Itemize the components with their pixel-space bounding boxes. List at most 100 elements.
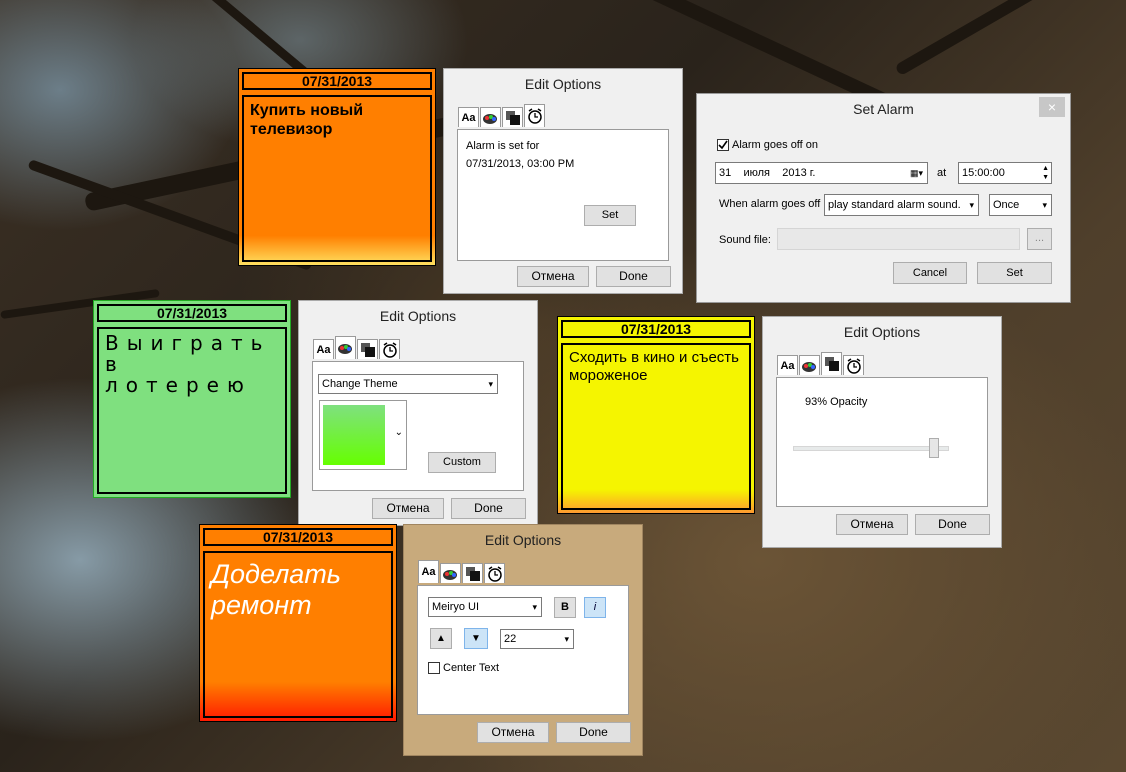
opacity-tab[interactable] bbox=[502, 107, 523, 127]
cancel-button[interactable]: Отмена bbox=[372, 498, 444, 519]
chevron-down-icon: ⌄ bbox=[394, 427, 403, 438]
theme-tab[interactable] bbox=[440, 563, 461, 583]
font-size-up-button[interactable]: ▲ bbox=[430, 628, 452, 649]
palette-icon bbox=[338, 342, 353, 354]
theme-select[interactable]: Change Theme ▾ bbox=[318, 374, 498, 394]
cancel-button[interactable]: Отмена bbox=[517, 266, 589, 287]
opacity-tab[interactable] bbox=[462, 563, 483, 583]
time-spinner-icon[interactable]: ▲ ▼ bbox=[1042, 164, 1049, 182]
window-title: Edit Options bbox=[843, 324, 921, 340]
note-date: 07/31/2013 bbox=[561, 320, 751, 338]
edit-options-theme-window: Edit Options Aa Change Theme ▾ ⌄ Custom … bbox=[298, 300, 538, 526]
theme-tab[interactable] bbox=[335, 336, 356, 359]
alarm-clock-icon bbox=[487, 565, 503, 582]
theme-tab[interactable] bbox=[480, 107, 501, 127]
chevron-down-icon: ▾ bbox=[488, 379, 493, 389]
sound-file-input[interactable] bbox=[777, 228, 1020, 250]
alarm-tab[interactable] bbox=[843, 355, 864, 375]
alarm-enabled-checkbox[interactable] bbox=[717, 139, 729, 151]
slider-track bbox=[793, 446, 949, 451]
window-title: Edit Options bbox=[524, 76, 602, 92]
custom-theme-button[interactable]: Custom bbox=[428, 452, 496, 473]
sticky-note-cinema[interactable]: 07/31/2013 Сходить в кино и съесть морож… bbox=[557, 316, 755, 514]
cancel-button[interactable]: Отмена bbox=[836, 514, 908, 535]
chevron-down-icon: ▾ bbox=[532, 602, 537, 612]
set-button[interactable]: Set bbox=[977, 262, 1052, 284]
sticky-note-repair[interactable]: 07/31/2013 Доделать ремонт bbox=[199, 524, 397, 722]
font-tab[interactable]: Aa bbox=[313, 339, 334, 359]
opacity-tab[interactable] bbox=[821, 352, 842, 375]
opacity-icon bbox=[824, 357, 839, 371]
note-date: 07/31/2013 bbox=[242, 72, 432, 90]
font-tab[interactable]: Aa bbox=[458, 107, 479, 127]
set-alarm-button[interactable]: Set bbox=[584, 205, 636, 226]
palette-icon bbox=[443, 568, 458, 580]
sticky-note-tv[interactable]: 07/31/2013 Купить новый телевизор bbox=[238, 68, 436, 266]
cancel-button[interactable]: Cancel bbox=[893, 262, 967, 284]
note-text[interactable]: Купить новый телевизор bbox=[242, 95, 432, 262]
note-text[interactable]: Выиграть в лотерею bbox=[97, 327, 287, 494]
done-button[interactable]: Done bbox=[915, 514, 990, 535]
window-title: Set Alarm bbox=[853, 101, 914, 117]
alarm-tab[interactable] bbox=[379, 339, 400, 359]
window-title: Edit Options bbox=[379, 308, 457, 324]
browse-button[interactable]: ... bbox=[1027, 228, 1052, 250]
sound-file-label: Sound file: bbox=[719, 234, 771, 246]
font-size-select[interactable]: 22 ▾ bbox=[500, 629, 574, 649]
alarm-set-label: Alarm is set for bbox=[466, 140, 540, 152]
close-button[interactable]: × bbox=[1039, 97, 1065, 117]
calendar-dropdown-icon: ▦▾ bbox=[909, 168, 923, 178]
alarm-time-input[interactable]: 15:00:00 ▲ ▼ bbox=[958, 162, 1052, 184]
chevron-down-icon: ▾ bbox=[564, 634, 569, 644]
palette-icon bbox=[802, 360, 817, 372]
note-date: 07/31/2013 bbox=[203, 528, 393, 546]
alarm-goes-off-label: Alarm goes off on bbox=[732, 139, 819, 151]
edit-options-opacity-window: Edit Options Aa 93% Opacity Отмена Done bbox=[762, 316, 1002, 548]
font-size-down-button[interactable]: ▼ bbox=[464, 628, 488, 649]
close-icon: × bbox=[1047, 99, 1057, 115]
palette-icon bbox=[483, 112, 498, 124]
center-text-checkbox[interactable] bbox=[428, 662, 440, 674]
note-text[interactable]: Сходить в кино и съесть мороженое bbox=[561, 343, 751, 510]
bold-button[interactable]: B bbox=[554, 597, 576, 618]
alarm-clock-icon bbox=[382, 341, 398, 358]
cancel-button[interactable]: Отмена bbox=[477, 722, 549, 743]
font-family-select[interactable]: Meiryo UI ▾ bbox=[428, 597, 542, 617]
italic-button[interactable]: i bbox=[584, 597, 606, 618]
theme-color-swatch bbox=[323, 405, 385, 465]
opacity-icon bbox=[465, 566, 480, 581]
slider-thumb[interactable] bbox=[929, 438, 939, 458]
alarm-date-picker[interactable]: 31 июля 2013 г. ▦▾ bbox=[715, 162, 928, 184]
center-text-label: Center Text bbox=[443, 662, 500, 674]
font-tab[interactable]: Aa bbox=[418, 560, 439, 583]
theme-tab[interactable] bbox=[799, 355, 820, 375]
alarm-tab[interactable] bbox=[524, 104, 545, 127]
note-date: 07/31/2013 bbox=[97, 304, 287, 322]
alarm-clock-icon bbox=[846, 357, 862, 374]
edit-options-font-window: Edit Options Aa Meiryo UI ▾ B i ▲ ▼ 22 ▾… bbox=[403, 524, 643, 756]
opacity-label: 93% Opacity bbox=[805, 396, 868, 408]
opacity-icon bbox=[505, 110, 520, 125]
font-tab[interactable]: Aa bbox=[777, 355, 798, 375]
opacity-icon bbox=[360, 342, 375, 357]
done-button[interactable]: Done bbox=[596, 266, 671, 287]
note-text[interactable]: Доделать ремонт bbox=[203, 551, 393, 718]
alarm-action-select[interactable]: play standard alarm sound. ▾ bbox=[824, 194, 979, 216]
opacity-slider[interactable] bbox=[793, 438, 949, 458]
alarm-repeat-select[interactable]: Once ▾ bbox=[989, 194, 1052, 216]
sticky-note-lottery[interactable]: 07/31/2013 Выиграть в лотерею bbox=[93, 300, 291, 498]
opacity-tab[interactable] bbox=[357, 339, 378, 359]
alarm-clock-icon bbox=[527, 108, 543, 124]
when-alarm-label: When alarm goes off bbox=[719, 198, 821, 210]
alarm-datetime: 07/31/2013, 03:00 PM bbox=[466, 158, 575, 170]
done-button[interactable]: Done bbox=[556, 722, 631, 743]
at-label: at bbox=[937, 167, 947, 179]
alarm-tab[interactable] bbox=[484, 563, 505, 583]
done-button[interactable]: Done bbox=[451, 498, 526, 519]
theme-color-picker[interactable]: ⌄ bbox=[319, 400, 407, 470]
edit-options-alarm-window: Edit Options Aa Alarm is set for 07/31/2… bbox=[443, 68, 683, 294]
chevron-down-icon: ▾ bbox=[969, 200, 974, 210]
chevron-down-icon: ▾ bbox=[1042, 200, 1047, 210]
window-title: Edit Options bbox=[484, 532, 562, 548]
set-alarm-window: Set Alarm × Alarm goes off on 31 июля 20… bbox=[696, 93, 1071, 303]
